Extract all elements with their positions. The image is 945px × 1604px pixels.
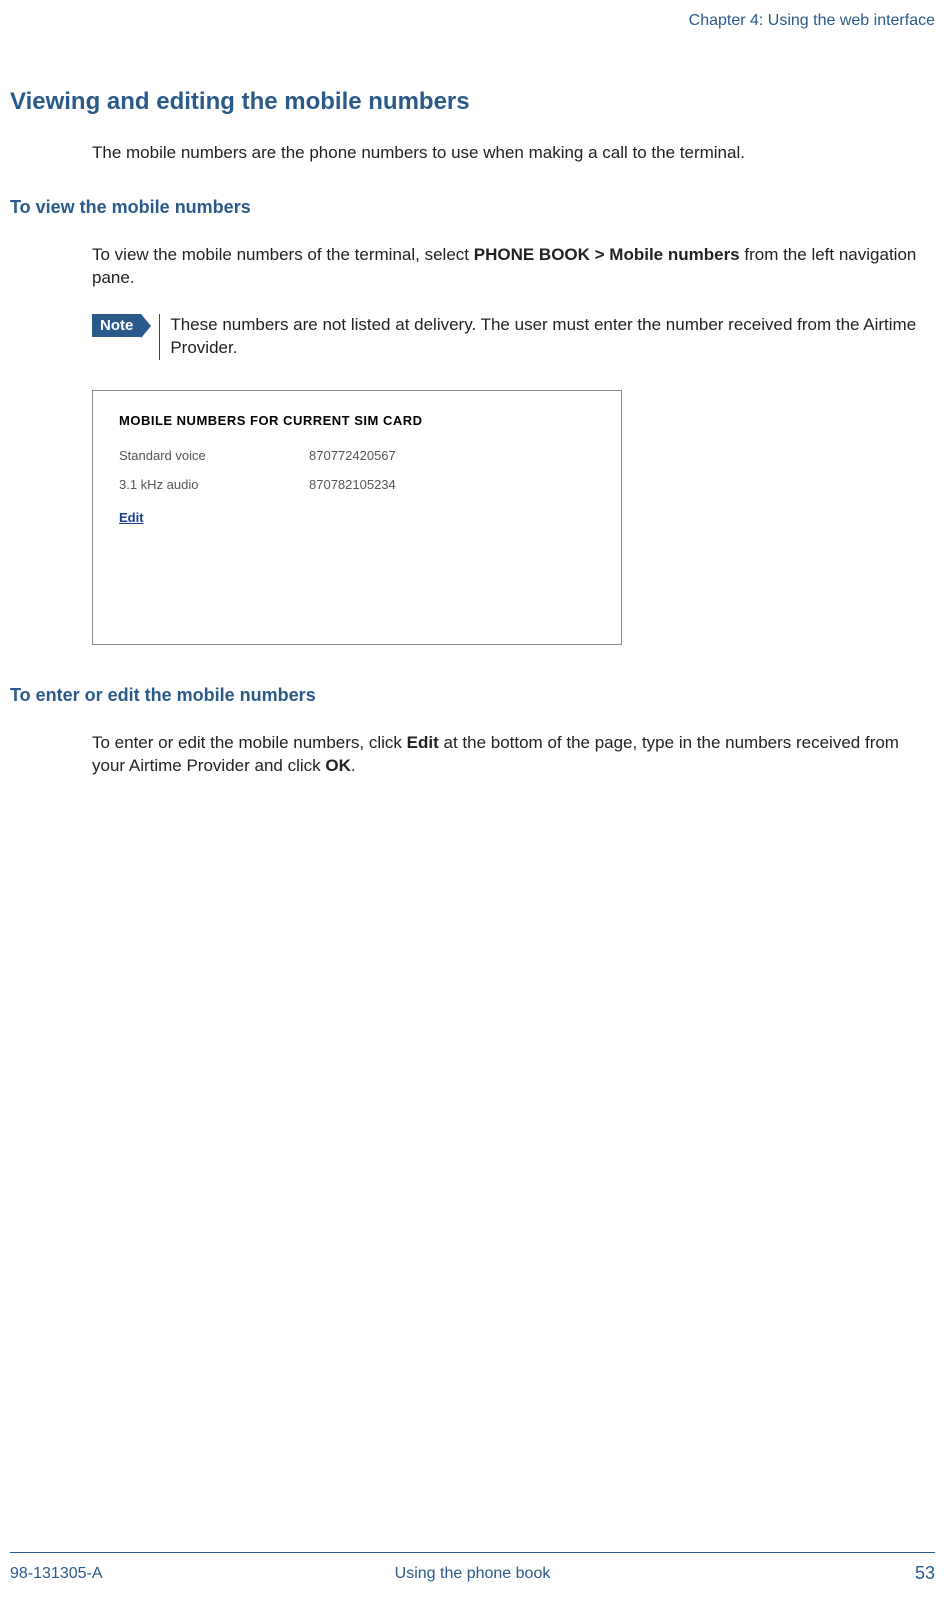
table-row: Standard voice 870772420567 <box>119 448 595 463</box>
note-content: These numbers are not listed at delivery… <box>159 314 927 360</box>
footer-doc-id: 98-131305-A <box>10 1565 103 1583</box>
row-label: 3.1 kHz audio <box>119 477 309 492</box>
text-fragment: To view the mobile numbers of the termin… <box>92 245 474 264</box>
subsection-edit-title: To enter or edit the mobile numbers <box>10 685 935 706</box>
table-row: 3.1 kHz audio 870782105234 <box>119 477 595 492</box>
text-fragment: To enter or edit the mobile numbers, cli… <box>92 733 407 752</box>
footer-center: Using the phone book <box>395 1565 551 1583</box>
edit-bold: Edit <box>407 733 439 752</box>
edit-link[interactable]: Edit <box>119 510 144 525</box>
subsection-view-title: To view the mobile numbers <box>10 197 935 218</box>
row-value: 870772420567 <box>309 448 595 463</box>
subsection-view-text: To view the mobile numbers of the termin… <box>10 244 935 290</box>
note-badge: Note <box>92 314 141 337</box>
nav-path-bold: PHONE BOOK > Mobile numbers <box>474 245 740 264</box>
section-intro: The mobile numbers are the phone numbers… <box>10 142 935 165</box>
row-value: 870782105234 <box>309 477 595 492</box>
screenshot-panel: MOBILE NUMBERS FOR CURRENT SIM CARD Stan… <box>92 390 622 645</box>
text-fragment: . <box>351 756 356 775</box>
page-footer: 98-131305-A Using the phone book 53 <box>10 1552 935 1584</box>
chapter-header: Chapter 4: Using the web interface <box>10 12 935 30</box>
screenshot-title: MOBILE NUMBERS FOR CURRENT SIM CARD <box>119 413 595 428</box>
subsection-edit-text: To enter or edit the mobile numbers, cli… <box>10 732 935 778</box>
ok-bold: OK <box>325 756 351 775</box>
note-block: Note These numbers are not listed at del… <box>10 314 935 360</box>
section-title: Viewing and editing the mobile numbers <box>10 88 935 116</box>
row-label: Standard voice <box>119 448 309 463</box>
footer-page-number: 53 <box>915 1563 935 1584</box>
